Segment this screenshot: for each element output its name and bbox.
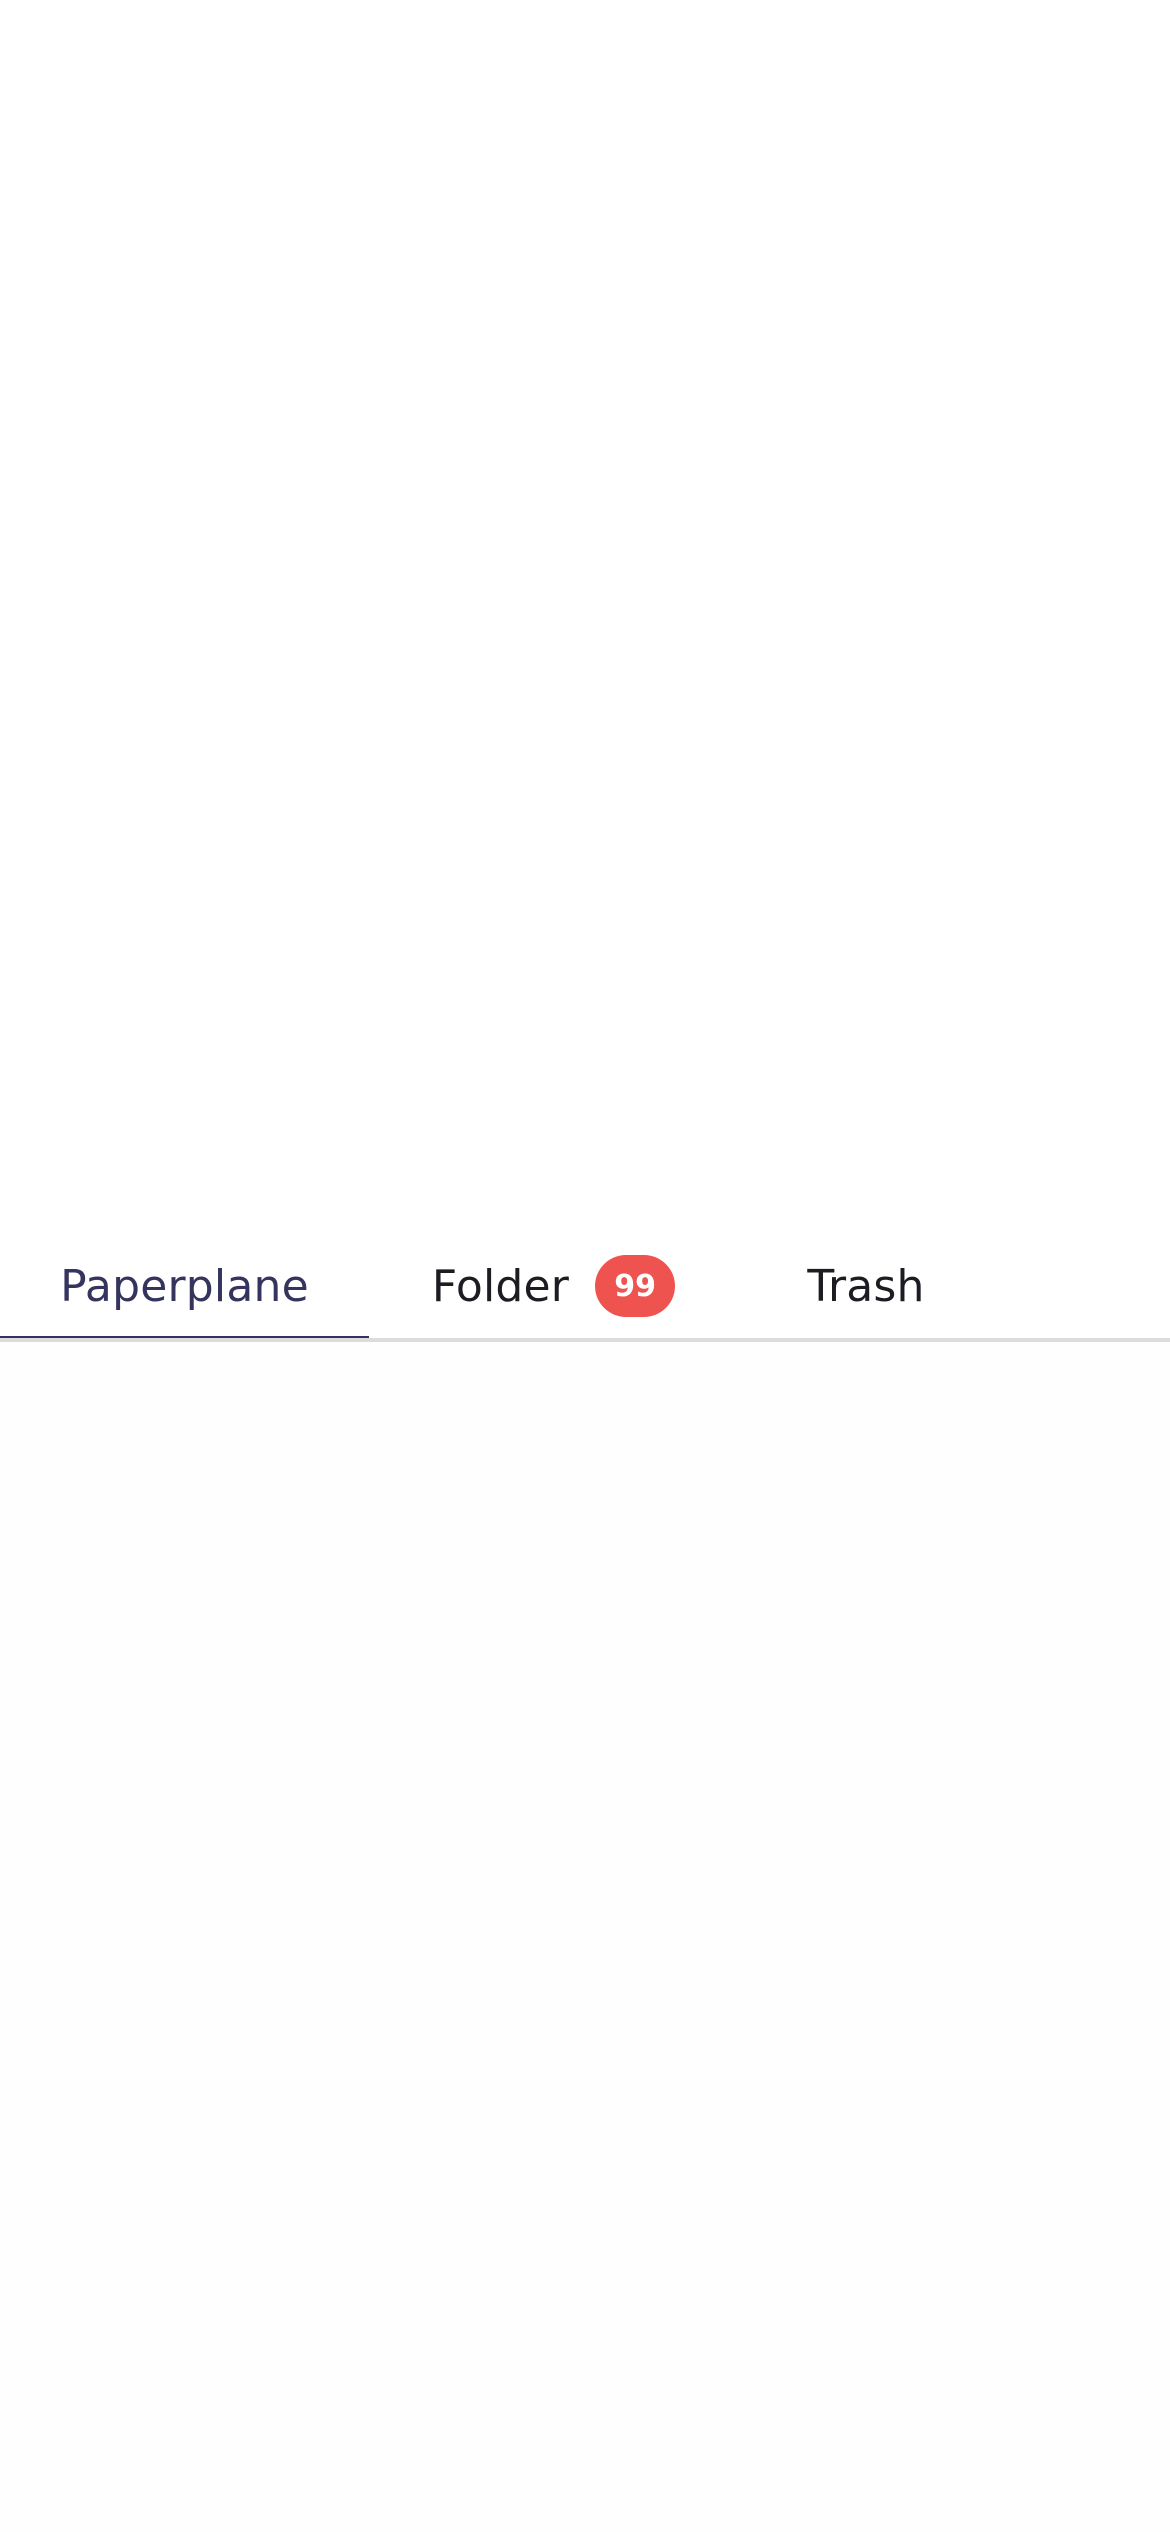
- tab-folder[interactable]: Folder 99: [369, 1230, 738, 1342]
- folder-count-badge: 99: [595, 1255, 676, 1317]
- tab-bar: Paperplane Folder 99 Trash: [0, 1230, 1170, 1342]
- tab-content-area: [0, 1342, 1170, 2532]
- tab-paperplane[interactable]: Paperplane: [0, 1230, 369, 1342]
- empty-header-area: [0, 0, 1170, 1230]
- tab-trash[interactable]: Trash: [738, 1230, 994, 1342]
- tab-paperplane-label: Paperplane: [60, 1260, 309, 1312]
- tab-trash-label: Trash: [807, 1260, 925, 1312]
- tab-folder-label: Folder: [431, 1260, 570, 1312]
